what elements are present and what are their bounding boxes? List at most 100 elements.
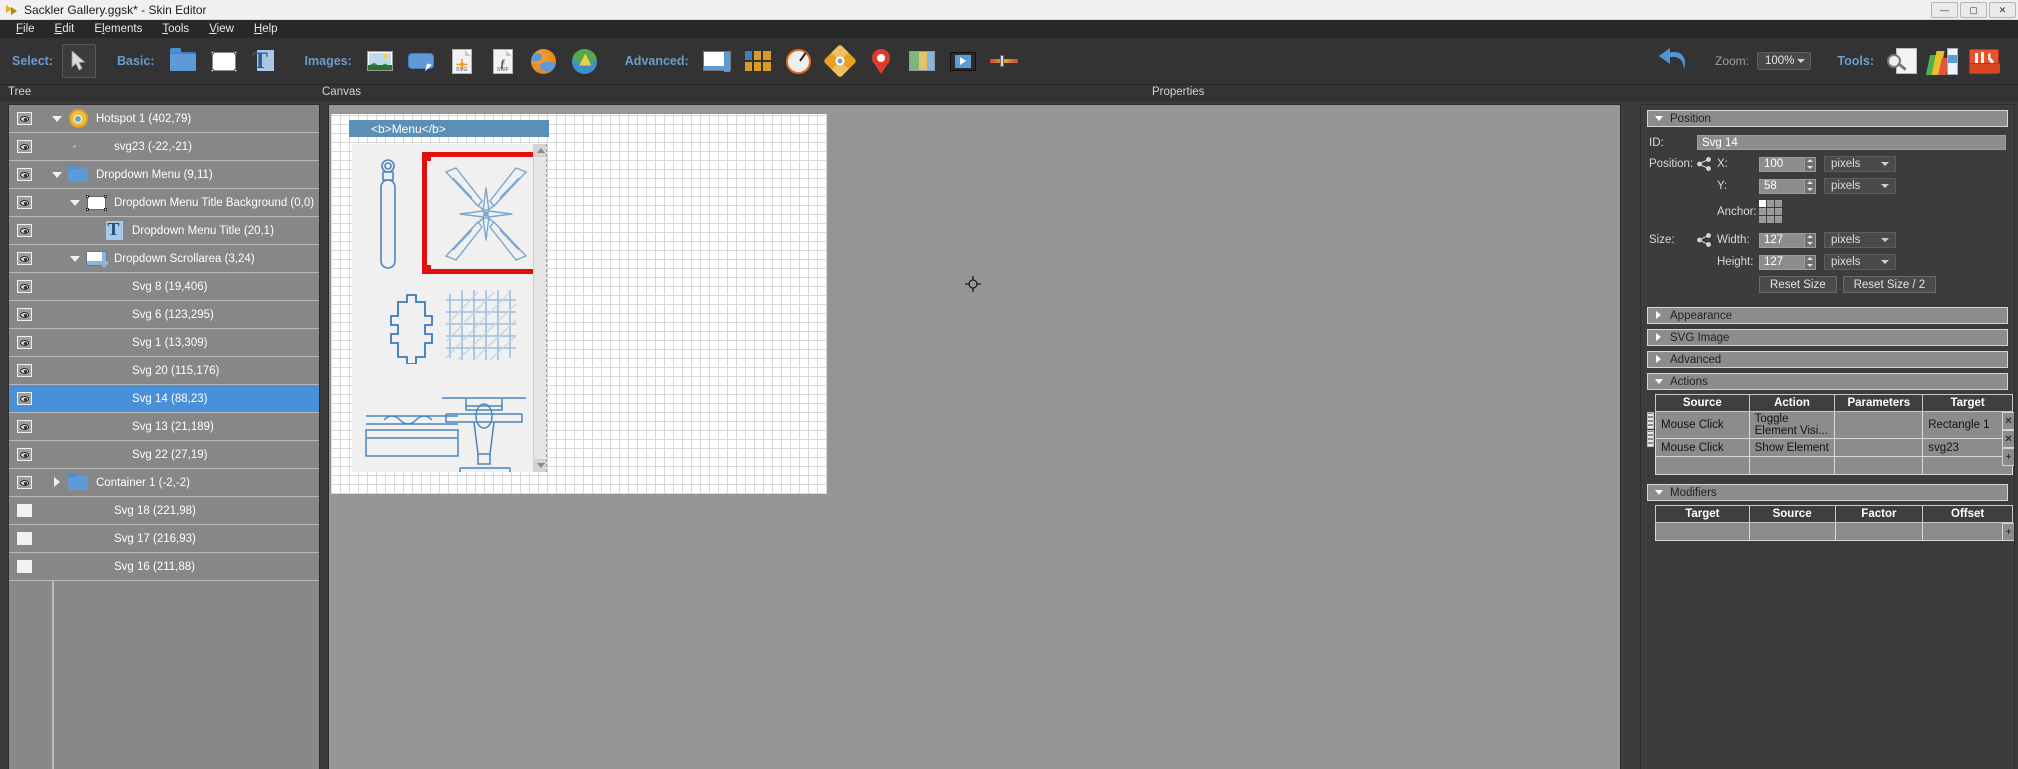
actions-cell-source[interactable]: Mouse Click bbox=[1655, 438, 1750, 457]
actions-cell-source[interactable]: Mouse Click bbox=[1655, 411, 1750, 439]
section-header-actions[interactable]: Actions bbox=[1647, 373, 2008, 390]
modifiers-cell-factor[interactable] bbox=[1834, 522, 1924, 541]
visibility-toggle-icon[interactable] bbox=[17, 168, 32, 181]
tree-twisty-none-icon[interactable] bbox=[70, 505, 81, 516]
visibility-toggle-icon[interactable] bbox=[17, 308, 32, 321]
delete-row-button[interactable]: ✕ bbox=[2002, 430, 2014, 448]
reset-size-button[interactable]: Reset Size bbox=[1759, 276, 1837, 293]
height-input[interactable] bbox=[1759, 254, 1805, 270]
visibility-toggle-icon[interactable] bbox=[17, 504, 32, 517]
visibility-toggle-icon[interactable] bbox=[17, 420, 32, 433]
dropdown-menu-widget[interactable]: <b>Menu</b> bbox=[349, 120, 549, 472]
scroll-down-arrow[interactable] bbox=[534, 459, 546, 472]
table-row[interactable] bbox=[1655, 456, 2013, 475]
visibility-toggle-icon[interactable] bbox=[17, 224, 32, 237]
y-stepper[interactable] bbox=[1759, 178, 1817, 194]
dropdown-scrollarea[interactable] bbox=[352, 144, 547, 472]
table-row[interactable]: Mouse Click Toggle Element Visi... Rectang… bbox=[1655, 411, 2013, 439]
y-input[interactable] bbox=[1759, 178, 1805, 194]
map-pin-icon[interactable] bbox=[862, 44, 900, 78]
tree-row[interactable]: Svg 18 (221,98) bbox=[9, 497, 319, 525]
actions-cell-parameters[interactable] bbox=[1834, 438, 1924, 457]
width-input[interactable] bbox=[1759, 232, 1805, 248]
map-icon[interactable] bbox=[903, 44, 941, 78]
actions-cell-target[interactable]: svg23 bbox=[1922, 438, 2013, 457]
visibility-toggle-icon[interactable] bbox=[17, 140, 32, 153]
tree-twisty-dot-icon[interactable] bbox=[70, 141, 81, 152]
y-spin-buttons[interactable] bbox=[1805, 178, 1816, 194]
close-button[interactable]: ✕ bbox=[1989, 2, 2016, 18]
tree-twisty-down-icon[interactable] bbox=[52, 169, 63, 180]
thumbnail-svg-cross-plate[interactable] bbox=[372, 292, 442, 369]
tree-row[interactable]: Svg 8 (19,406) bbox=[9, 273, 319, 301]
section-header-svg-image[interactable]: SVG Image bbox=[1647, 329, 2008, 346]
section-header-modifiers[interactable]: Modifiers bbox=[1647, 484, 2008, 501]
rectangle-icon[interactable] bbox=[205, 44, 243, 78]
visibility-toggle-icon[interactable] bbox=[17, 392, 32, 405]
tree-row[interactable]: svg23 (-22,-21) bbox=[9, 133, 319, 161]
button-icon[interactable] bbox=[402, 44, 440, 78]
tree-row[interactable]: Svg 17 (216,93) bbox=[9, 525, 319, 553]
tree-row[interactable]: T Dropdown Menu Title (20,1) bbox=[9, 217, 319, 245]
swf-file-icon[interactable]: ƒ SWF bbox=[484, 44, 522, 78]
tree-twisty-none-icon[interactable] bbox=[88, 421, 99, 432]
globe-icon[interactable] bbox=[525, 44, 563, 78]
undo-icon[interactable] bbox=[1654, 44, 1694, 78]
compass-icon[interactable] bbox=[780, 44, 818, 78]
window-icon[interactable] bbox=[698, 44, 736, 78]
actions-cell-action[interactable]: Toggle Element Visi... bbox=[1748, 411, 1836, 439]
tree-twisty-none-icon[interactable] bbox=[88, 337, 99, 348]
section-header-appearance[interactable]: Appearance bbox=[1647, 307, 2008, 324]
tree-row[interactable]: Svg 22 (27,19) bbox=[9, 441, 319, 469]
add-row-button[interactable]: + bbox=[2002, 523, 2014, 541]
tree-twisty-none-icon[interactable] bbox=[88, 309, 99, 320]
height-stepper[interactable] bbox=[1759, 254, 1817, 270]
tree-row[interactable]: Svg 20 (115,176) bbox=[9, 357, 319, 385]
tree-twisty-none-icon[interactable] bbox=[88, 281, 99, 292]
row-drag-handle[interactable] bbox=[1647, 412, 1654, 429]
x-spin-buttons[interactable] bbox=[1805, 156, 1816, 172]
menu-help[interactable]: Help bbox=[244, 22, 288, 36]
visibility-toggle-icon[interactable] bbox=[17, 252, 32, 265]
canvas-surface[interactable]: <b>Menu</b> bbox=[328, 104, 1621, 769]
tree-twisty-down-icon[interactable] bbox=[52, 113, 63, 124]
scroll-up-arrow[interactable] bbox=[534, 144, 546, 157]
reset-size-half-button[interactable]: Reset Size / 2 bbox=[1842, 276, 1937, 293]
grid-icon[interactable] bbox=[739, 44, 777, 78]
tree-twisty-none-icon[interactable] bbox=[88, 393, 99, 404]
section-header-advanced[interactable]: Advanced bbox=[1647, 351, 2008, 368]
thumbnail-svg-mirror-probe[interactable] bbox=[368, 156, 408, 281]
section-header-position[interactable]: Position bbox=[1647, 110, 2008, 127]
toolbox-icon[interactable] bbox=[1965, 44, 2003, 78]
image-icon[interactable] bbox=[361, 44, 399, 78]
cursor-icon[interactable] bbox=[62, 44, 96, 78]
tree-twisty-down-icon[interactable] bbox=[70, 253, 81, 264]
height-unit-select[interactable]: pixels bbox=[1824, 254, 1896, 270]
globe-green-icon[interactable] bbox=[566, 44, 604, 78]
menu-view[interactable]: View bbox=[199, 22, 244, 36]
tree-twisty-none-icon[interactable] bbox=[88, 365, 99, 376]
thumbnail-svg-fixture-elevation[interactable] bbox=[440, 392, 528, 472]
tree-twisty-none-icon[interactable] bbox=[70, 533, 81, 544]
tree-twisty-right-icon[interactable] bbox=[52, 477, 63, 488]
canvas-stage[interactable]: <b>Menu</b> bbox=[331, 114, 827, 494]
anchor-grid[interactable] bbox=[1759, 200, 1782, 223]
visibility-toggle-icon[interactable] bbox=[17, 476, 32, 489]
maximize-button[interactable]: ▢ bbox=[1960, 2, 1987, 18]
text-icon[interactable]: T bbox=[246, 44, 284, 78]
width-unit-select[interactable]: pixels bbox=[1824, 232, 1896, 248]
actions-cell-parameters[interactable] bbox=[1834, 456, 1924, 475]
visibility-toggle-icon[interactable] bbox=[17, 532, 32, 545]
x-input[interactable] bbox=[1759, 156, 1805, 172]
tree-row[interactable]: Dropdown Scrollarea (3,24) bbox=[9, 245, 319, 273]
color-palette-icon[interactable] bbox=[1924, 44, 1962, 78]
visibility-toggle-icon[interactable] bbox=[17, 448, 32, 461]
menu-file[interactable]: File bbox=[6, 22, 45, 36]
width-spin-buttons[interactable] bbox=[1805, 232, 1816, 248]
tree-row[interactable]: Svg 13 (21,189) bbox=[9, 413, 319, 441]
modifiers-table[interactable]: Target Source Factor Offset bbox=[1655, 505, 2013, 541]
modifiers-cell-target[interactable] bbox=[1655, 522, 1750, 541]
actions-cell-target[interactable] bbox=[1922, 456, 2013, 475]
magnifier-document-icon[interactable] bbox=[1883, 44, 1921, 78]
menu-edit[interactable]: Edit bbox=[45, 22, 85, 36]
